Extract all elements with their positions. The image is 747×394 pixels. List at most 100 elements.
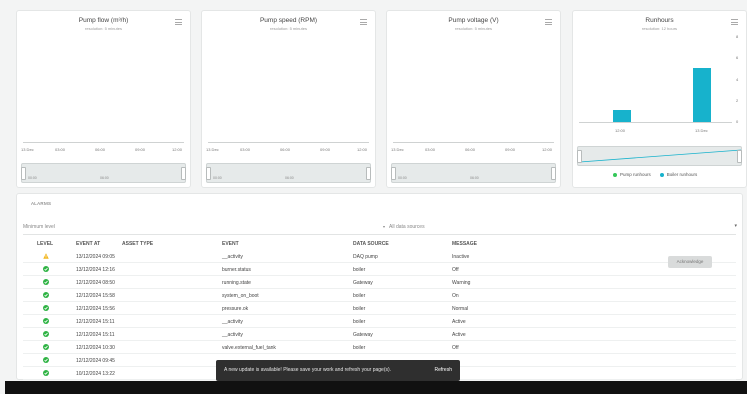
chart-card: Pump voltage (V) resolution: 5 minutes 13 …: [386, 10, 561, 188]
filter-arrow-icon: ▾: [383, 224, 386, 229]
y-tick-label: 8: [736, 34, 739, 39]
nav-tick-label: 06:00: [100, 176, 109, 180]
chevron-down-icon[interactable]: ▾: [734, 223, 737, 229]
chart-subtitle: resolution: 5 minutes: [455, 26, 492, 31]
refresh-button[interactable]: Refresh: [434, 367, 452, 373]
range-handle-right[interactable]: [181, 167, 186, 180]
table-row[interactable]: 12/12/2024 15:11 __activity Gateway Active: [23, 329, 736, 341]
x-tick-label: 13 Dec: [695, 128, 708, 133]
minimum-level-select[interactable]: Minimum level: [23, 224, 55, 230]
data-source-cell: boiler: [353, 292, 366, 299]
check-circle-icon: [43, 266, 49, 272]
nav-tick-label: 00:00: [398, 176, 407, 180]
check-circle-icon: [43, 357, 49, 363]
event-at-cell: 12/12/2024 08:50: [76, 279, 115, 286]
chart-card: Pump speed (RPM) resolution: 5 minutes 13 …: [201, 10, 376, 188]
legend-dot-icon: [659, 172, 664, 177]
bar-boiler-runhours[interactable]: [693, 67, 711, 122]
check-circle-icon: [43, 370, 49, 376]
x-tick-label: 09:00: [320, 147, 331, 152]
x-tick-label: 12:00: [357, 147, 368, 152]
data-source-cell: boiler: [353, 305, 366, 312]
message-cell: Active: [452, 331, 466, 338]
message-cell: Off: [452, 266, 459, 273]
column-asset-type[interactable]: ASSET TYPE: [122, 241, 153, 247]
check-circle-icon: [43, 305, 49, 311]
range-navigator[interactable]: 00:00 06:00: [391, 163, 556, 183]
range-handle-right[interactable]: [366, 167, 371, 180]
alarms-panel: ALARMS Minimum level ▾ All data sources ▾…: [16, 193, 743, 380]
event-at-cell: 12/12/2024 15:58: [76, 292, 115, 299]
menu-icon[interactable]: [360, 19, 367, 27]
range-navigator[interactable]: 00:00 06:00: [21, 163, 186, 183]
x-tick-label: 09:00: [135, 147, 146, 152]
range-handle-right[interactable]: [551, 167, 556, 180]
column-event[interactable]: EVENT: [222, 241, 239, 247]
table-row[interactable]: 12/12/2024 15:58 system_on_boot boiler On: [23, 290, 736, 302]
menu-icon[interactable]: [545, 19, 552, 27]
bar-boiler-runhours[interactable]: [613, 110, 631, 122]
warning-icon: [43, 253, 49, 259]
x-tick-label: 06:00: [280, 147, 291, 152]
table-row[interactable]: 12/12/2024 08:50 running.state Gateway Warn…: [23, 277, 736, 289]
range-handle-left[interactable]: [391, 167, 396, 180]
message-cell: Active: [452, 318, 466, 325]
x-tick-label: 03:00: [425, 147, 436, 152]
table-row[interactable]: 13/12/2024 12:16 burner.status boiler Off: [23, 264, 736, 276]
legend-item-boiler[interactable]: Boiler runhours: [667, 172, 698, 177]
legend-dot-icon: [613, 172, 617, 177]
range-handle-left[interactable]: [21, 167, 26, 180]
y-tick-label: 2: [736, 97, 739, 103]
update-toast: A new update is available! Please save y…: [216, 360, 460, 381]
event-cell: __activity: [222, 253, 243, 260]
range-navigator[interactable]: [577, 146, 742, 166]
x-tick-label: 13 Dec: [206, 147, 219, 152]
x-tick-label: 12:00: [615, 128, 626, 133]
data-source-cell: DAQ pump: [353, 253, 378, 260]
chart-subtitle: resolution: 12 hours: [641, 26, 678, 31]
check-circle-icon: [43, 331, 49, 337]
event-cell: running.state: [222, 279, 251, 286]
chart-subtitle: resolution: 5 minutes: [270, 26, 307, 31]
menu-icon[interactable]: [175, 19, 182, 27]
range-handle-left[interactable]: [577, 150, 582, 163]
chart-title: Runhours: [645, 17, 674, 24]
chart-card: Runhours resolution: 12 hours 8 6 4 2 0 12:00 13…: [572, 10, 747, 188]
column-data-source[interactable]: DATA SOURCE: [353, 241, 389, 247]
range-handle-left[interactable]: [206, 167, 211, 180]
table-header: LEVEL EVENT AT ASSET TYPE EVENT DATA SOU…: [23, 238, 736, 250]
x-tick-label: 12:00: [542, 147, 553, 152]
check-circle-icon: [43, 344, 49, 350]
table-row[interactable]: 12/12/2024 15:56 pressure.ok boiler Normal: [23, 303, 736, 315]
column-level[interactable]: LEVEL: [37, 241, 53, 247]
data-source-select[interactable]: ▾ All data sources: [383, 224, 425, 230]
nav-tick-label: 06:00: [470, 176, 479, 180]
message-cell: Normal: [452, 305, 469, 312]
x-tick-label: 03:00: [55, 147, 66, 152]
range-handle-right[interactable]: [737, 150, 742, 163]
check-circle-icon: [43, 292, 49, 298]
range-navigator[interactable]: 00:00 06:00: [206, 163, 371, 183]
data-source-cell: boiler: [353, 266, 366, 273]
event-at-cell: 13/12/2024 09:05: [76, 253, 115, 260]
x-axis: [393, 142, 554, 143]
menu-icon[interactable]: [731, 19, 738, 27]
event-cell: system_on_boot: [222, 292, 259, 299]
column-event-at[interactable]: EVENT AT: [76, 241, 100, 247]
x-tick-label: 06:00: [95, 147, 106, 152]
table-row[interactable]: 12/12/2024 15:11 __activity boiler Active: [23, 316, 736, 328]
data-source-label: All data sources: [389, 224, 425, 230]
table-row[interactable]: 12/12/2024 10:30 valve.external_fuel_tank…: [23, 342, 736, 354]
message-cell: On: [452, 292, 459, 299]
nav-tick-label: 00:00: [213, 176, 222, 180]
table-row[interactable]: 13/12/2024 09:05 __activity DAQ pump Inacti…: [23, 251, 736, 263]
legend-item-pump[interactable]: Pump runhours: [620, 172, 651, 177]
column-message[interactable]: MESSAGE: [452, 241, 477, 247]
x-tick-label: 12:00: [172, 147, 183, 152]
event-cell: valve.external_fuel_tank: [222, 344, 276, 351]
data-source-cell: Gateway: [353, 331, 373, 338]
event-at-cell: 10/12/2024 13:22: [76, 370, 115, 377]
acknowledge-button[interactable]: Acknowledge: [668, 256, 712, 268]
nav-tick-label: 06:00: [285, 176, 294, 180]
data-source-cell: boiler: [353, 318, 366, 325]
